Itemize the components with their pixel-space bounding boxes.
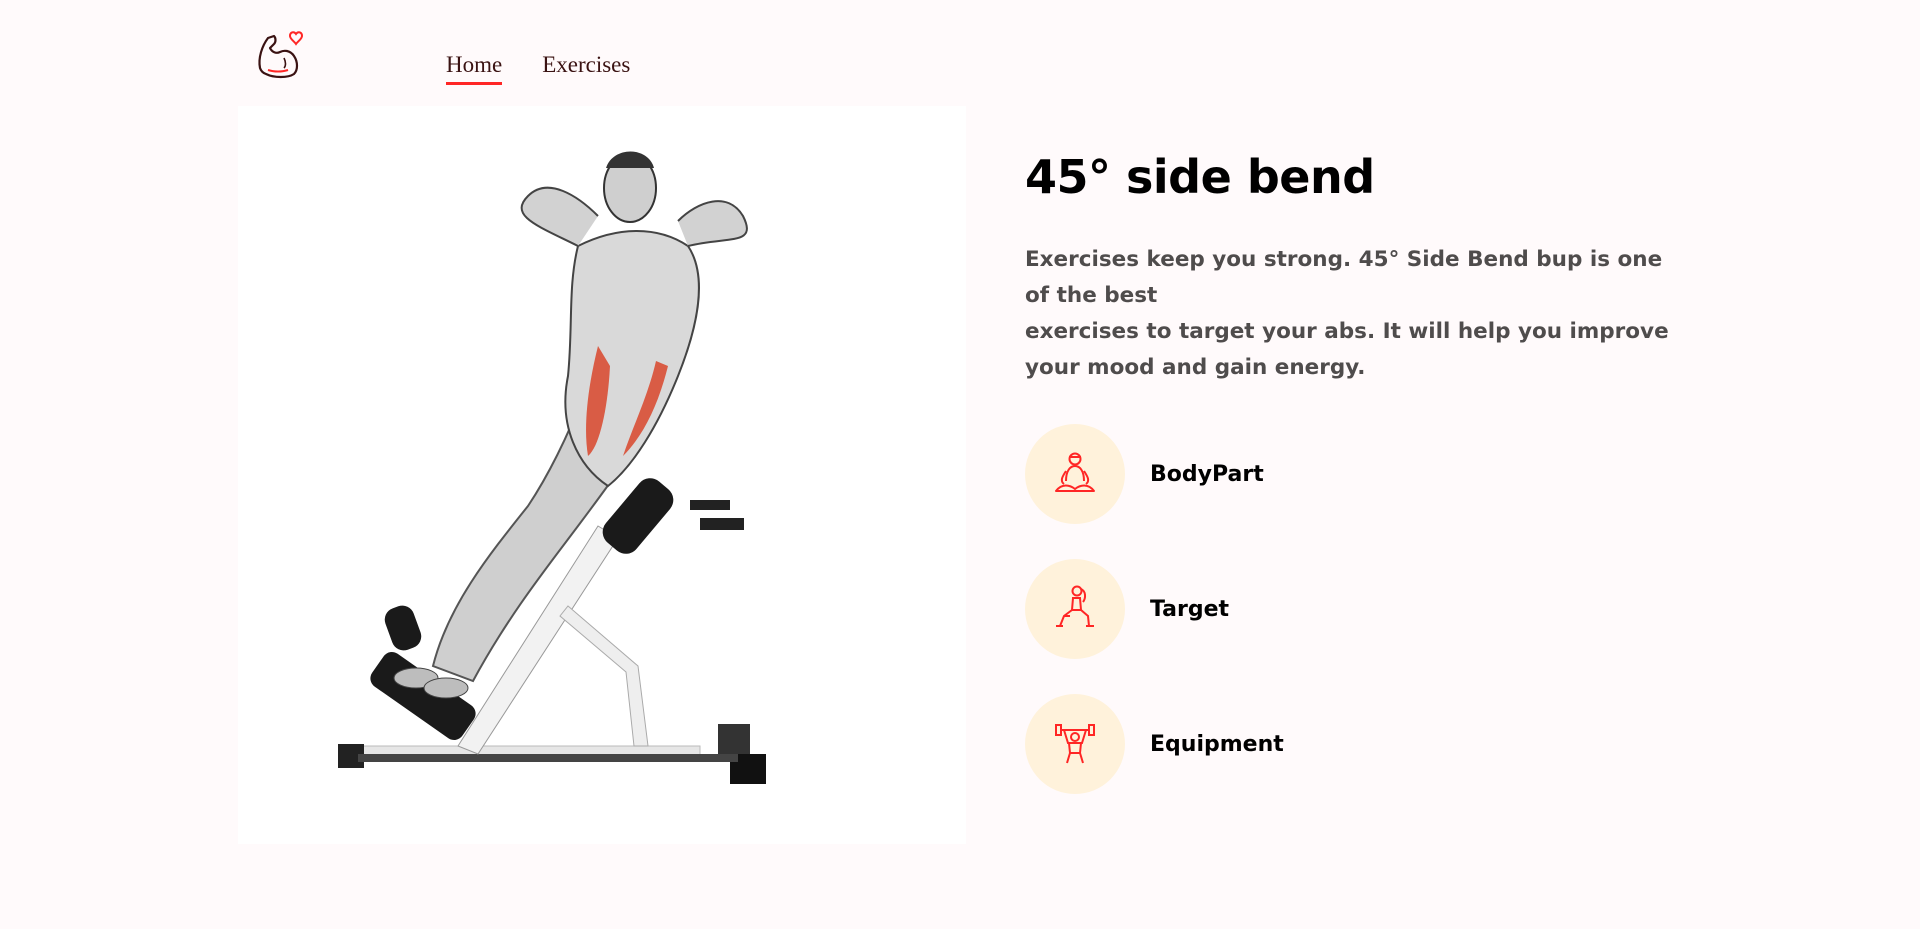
description-line-2: exercises to target your abs. It will he… <box>1025 319 1669 380</box>
info-item-bodypart: BodyPart <box>1025 424 1705 524</box>
exercise-image <box>238 106 966 844</box>
nav-exercises-link[interactable]: Exercises <box>542 52 630 85</box>
logo[interactable] <box>254 28 306 84</box>
exercise-info-list: BodyPart Target Equipment <box>1025 424 1705 794</box>
info-label-target: Target <box>1150 596 1230 622</box>
flexed-arm-heart-icon <box>258 31 304 79</box>
description-line-1: Exercises keep you strong. 45° Side Bend… <box>1025 247 1663 308</box>
nav-home-link[interactable]: Home <box>446 52 503 85</box>
main-nav: Home Exercises <box>446 52 630 85</box>
info-item-target: Target <box>1025 559 1705 659</box>
info-label-equipment: Equipment <box>1150 731 1284 757</box>
info-icon-circle <box>1025 424 1125 524</box>
lunge-target-icon <box>1056 585 1094 627</box>
meditation-body-icon <box>1055 452 1095 492</box>
exercise-title: 45° side bend <box>1025 150 1375 204</box>
info-icon-circle <box>1025 694 1125 794</box>
dumbbell-lift-icon <box>1055 724 1095 764</box>
info-label-bodypart: BodyPart <box>1150 461 1264 487</box>
exercise-description: Exercises keep you strong. 45° Side Bend… <box>1025 242 1685 386</box>
info-icon-circle <box>1025 559 1125 659</box>
exercise-detail-page: Home Exercises 45° side bend Exercises k… <box>0 0 1920 929</box>
exercise-detail: 45° side bend Exercises keep you strong.… <box>1025 150 1705 829</box>
exercise-illustration <box>338 151 766 784</box>
info-item-equipment: Equipment <box>1025 694 1705 794</box>
